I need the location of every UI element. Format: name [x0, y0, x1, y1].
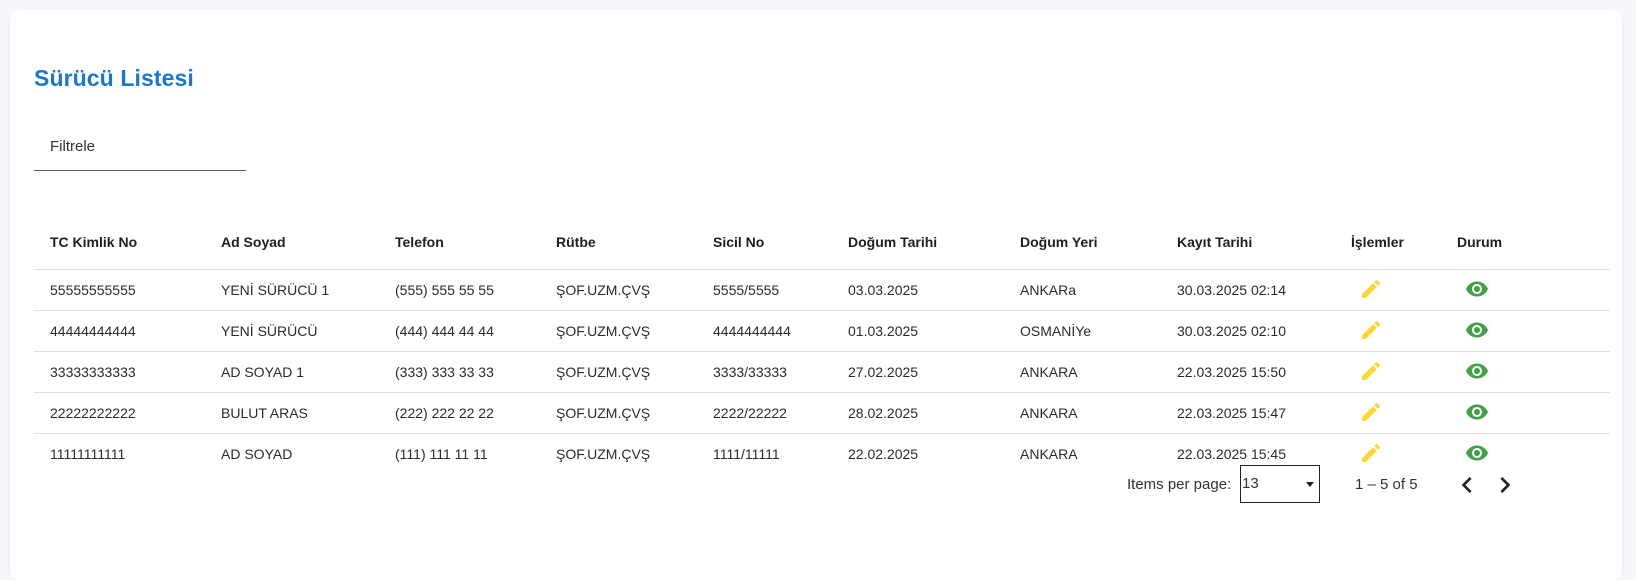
column-header-registry[interactable]: Sicil No	[697, 215, 832, 270]
previous-page-button[interactable]	[1451, 469, 1483, 501]
cell-status	[1441, 392, 1610, 434]
edit-button[interactable]	[1359, 318, 1383, 342]
eye-icon	[1466, 445, 1488, 460]
cell-record-date: 22.03.2025 15:47	[1161, 392, 1335, 434]
cell-name: YENİ SÜRÜCÜ	[205, 310, 379, 352]
cell-birth-place: ANKARA	[1004, 392, 1161, 434]
items-per-page-value: 13	[1242, 475, 1259, 492]
next-page-button[interactable]	[1489, 469, 1521, 501]
view-status-button[interactable]	[1465, 277, 1489, 301]
cell-record-date: 30.03.2025 02:10	[1161, 310, 1335, 352]
cell-status	[1441, 269, 1610, 311]
cell-rank: ŞOF.UZM.ÇVŞ	[540, 392, 697, 434]
cell-tc: 22222222222	[34, 392, 205, 434]
column-header-actions: İşlemler	[1335, 215, 1441, 270]
cell-birth-date: 01.03.2025	[832, 310, 1004, 352]
table-header-row: TC Kimlik No Ad Soyad Telefon Rütbe Sici…	[34, 215, 1610, 270]
driver-table: TC Kimlik No Ad Soyad Telefon Rütbe Sici…	[34, 215, 1610, 474]
cell-name: AD SOYAD 1	[205, 351, 379, 393]
pencil-icon	[1362, 320, 1381, 339]
edit-button[interactable]	[1359, 441, 1383, 465]
cell-actions	[1335, 310, 1441, 352]
cell-phone: (555) 555 55 55	[379, 269, 540, 311]
cell-name: YENİ SÜRÜCÜ 1	[205, 269, 379, 311]
page-range-label: 1 – 5 of 5	[1355, 476, 1418, 493]
cell-status	[1441, 310, 1610, 352]
cell-status	[1441, 351, 1610, 393]
column-header-phone[interactable]: Telefon	[379, 215, 540, 270]
items-per-page-label: Items per page:	[1127, 476, 1232, 493]
cell-name: BULUT ARAS	[205, 392, 379, 434]
chevron-right-icon	[1500, 477, 1511, 493]
cell-actions	[1335, 392, 1441, 434]
filter-field[interactable]	[34, 122, 246, 171]
paginator: Items per page: 13 1 – 5 of 5	[10, 465, 1622, 505]
pencil-icon	[1362, 402, 1381, 421]
table-row: 33333333333 AD SOYAD 1 (333) 333 33 33 ŞOF.…	[34, 351, 1610, 393]
cell-tc: 55555555555	[34, 269, 205, 311]
table-row: 44444444444 YENİ SÜRÜCÜ (444) 444 44 44 ŞOF…	[34, 310, 1610, 352]
cell-birth-date: 28.02.2025	[832, 392, 1004, 434]
cell-birth-place: ANKARa	[1004, 269, 1161, 311]
cell-birth-place: OSMANİYe	[1004, 310, 1161, 352]
column-header-record-date[interactable]: Kayıt Tarihi	[1161, 215, 1335, 270]
column-header-birth-place[interactable]: Doğum Yeri	[1004, 215, 1161, 270]
items-per-page-select[interactable]: 13	[1240, 465, 1320, 503]
cell-birth-date: 27.02.2025	[832, 351, 1004, 393]
pencil-icon	[1362, 279, 1381, 298]
cell-record-date: 22.03.2025 15:50	[1161, 351, 1335, 393]
eye-icon	[1466, 363, 1488, 378]
table-body: 55555555555 YENİ SÜRÜCÜ 1 (555) 555 55 55 Ş…	[34, 269, 1610, 475]
view-status-button[interactable]	[1465, 318, 1489, 342]
content-card: Sürücü Listesi TC Kimlik No Ad Soyad Tel…	[10, 10, 1622, 580]
cell-tc: 44444444444	[34, 310, 205, 352]
cell-rank: ŞOF.UZM.ÇVŞ	[540, 310, 697, 352]
cell-birth-place: ANKARA	[1004, 351, 1161, 393]
column-header-rank[interactable]: Rütbe	[540, 215, 697, 270]
chevron-left-icon	[1461, 477, 1472, 493]
cell-actions	[1335, 351, 1441, 393]
column-header-name[interactable]: Ad Soyad	[205, 215, 379, 270]
eye-icon	[1466, 322, 1488, 337]
view-status-button[interactable]	[1465, 359, 1489, 383]
cell-phone: (444) 444 44 44	[379, 310, 540, 352]
view-status-button[interactable]	[1465, 400, 1489, 424]
cell-registry: 5555/5555	[697, 269, 832, 311]
filter-input[interactable]	[50, 132, 240, 160]
edit-button[interactable]	[1359, 400, 1383, 424]
table-row: 22222222222 BULUT ARAS (222) 222 22 22 ŞOF.…	[34, 392, 1610, 434]
cell-birth-date: 03.03.2025	[832, 269, 1004, 311]
eye-icon	[1466, 404, 1488, 419]
cell-phone: (333) 333 33 33	[379, 351, 540, 393]
table-row: 55555555555 YENİ SÜRÜCÜ 1 (555) 555 55 55 Ş…	[34, 269, 1610, 311]
cell-rank: ŞOF.UZM.ÇVŞ	[540, 269, 697, 311]
cell-phone: (222) 222 22 22	[379, 392, 540, 434]
edit-button[interactable]	[1359, 359, 1383, 383]
cell-registry: 4444444444	[697, 310, 832, 352]
caret-down-icon	[1306, 482, 1314, 487]
view-status-button[interactable]	[1465, 441, 1489, 465]
column-header-birth-date[interactable]: Doğum Tarihi	[832, 215, 1004, 270]
eye-icon	[1466, 281, 1488, 296]
cell-record-date: 30.03.2025 02:14	[1161, 269, 1335, 311]
cell-tc: 33333333333	[34, 351, 205, 393]
pencil-icon	[1362, 361, 1381, 380]
column-header-status: Durum	[1441, 215, 1610, 270]
cell-rank: ŞOF.UZM.ÇVŞ	[540, 351, 697, 393]
cell-actions	[1335, 269, 1441, 311]
column-header-tc[interactable]: TC Kimlik No	[34, 215, 205, 270]
page-title: Sürücü Listesi	[34, 65, 194, 91]
pencil-icon	[1362, 443, 1381, 462]
cell-registry: 3333/33333	[697, 351, 832, 393]
cell-registry: 2222/22222	[697, 392, 832, 434]
edit-button[interactable]	[1359, 277, 1383, 301]
